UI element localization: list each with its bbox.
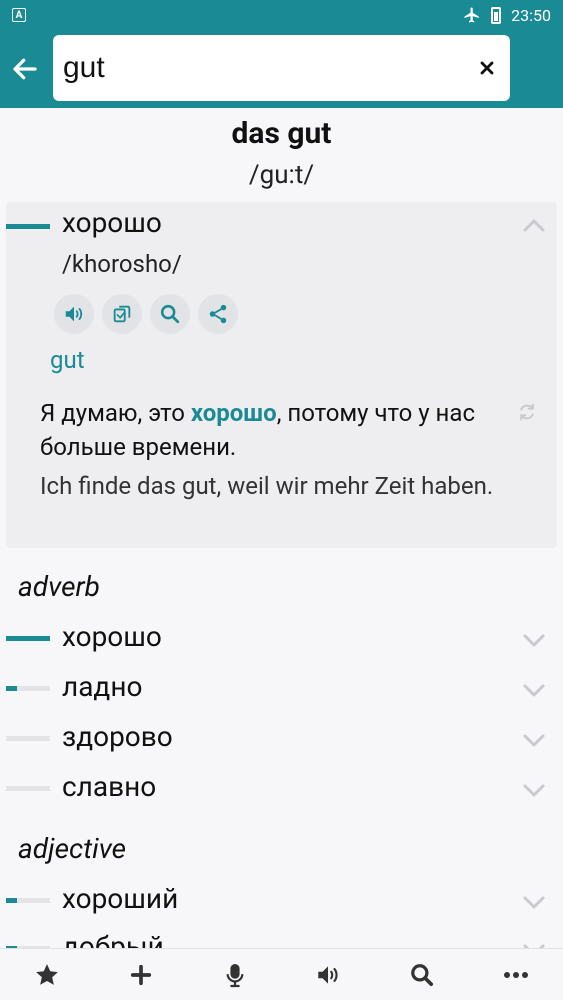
- chevron-down-icon[interactable]: [523, 734, 545, 748]
- frequency-bar: [6, 786, 50, 791]
- chevron-up-icon[interactable]: [523, 218, 545, 232]
- copy-icon: [113, 305, 131, 323]
- search-input[interactable]: [53, 43, 453, 93]
- microphone-icon: [226, 963, 243, 987]
- example-sentence: Я думаю, это хорошо, потому что у нас бо…: [40, 399, 476, 461]
- more-icon: [504, 971, 529, 978]
- chevron-down-icon[interactable]: [523, 684, 545, 698]
- translation-word[interactable]: хорошо: [62, 206, 162, 239]
- part-of-speech-heading: adverb: [18, 570, 100, 603]
- pronounce-button[interactable]: [304, 951, 352, 999]
- translation-word[interactable]: хороший: [62, 882, 178, 915]
- share-button[interactable]: [198, 294, 238, 334]
- speaker-icon: [65, 306, 83, 322]
- star-icon: [36, 963, 58, 985]
- refresh-icon: [520, 403, 534, 421]
- frequency-bar: [6, 736, 50, 741]
- translation-word[interactable]: здорово: [62, 720, 173, 753]
- translation-word[interactable]: славно: [62, 770, 156, 803]
- action-row: [54, 294, 238, 334]
- more-button[interactable]: [492, 951, 540, 999]
- chevron-down-icon[interactable]: [523, 896, 545, 910]
- app-notification-icon: A: [12, 8, 26, 22]
- favorites-button[interactable]: [23, 951, 71, 999]
- add-button[interactable]: [117, 951, 165, 999]
- speak-button[interactable]: [54, 294, 94, 334]
- airplane-mode-icon: [464, 7, 479, 23]
- back-button[interactable]: [0, 30, 50, 108]
- voice-input-button[interactable]: [211, 951, 259, 999]
- dictionary-entry: das gut /gu:t/ хорошо /khorosho/ gut Я д…: [0, 108, 563, 948]
- chevron-down-icon[interactable]: [523, 784, 545, 798]
- next-example-button[interactable]: [517, 402, 537, 426]
- frequency-bar: [6, 898, 50, 903]
- search-icon: [411, 963, 434, 986]
- search-button[interactable]: [398, 951, 446, 999]
- arrow-left-icon: [13, 58, 37, 80]
- bottom-toolbar: [0, 948, 563, 1000]
- share-icon: [209, 304, 227, 324]
- plus-icon: [130, 964, 151, 985]
- translation-word[interactable]: добрый: [62, 930, 164, 948]
- search-box: [53, 35, 510, 101]
- speaker-icon: [318, 965, 339, 984]
- search-web-button[interactable]: [150, 294, 190, 334]
- close-icon: [480, 61, 494, 75]
- copy-button[interactable]: [102, 294, 142, 334]
- frequency-bar: [6, 224, 50, 229]
- chevron-down-icon[interactable]: [523, 634, 545, 648]
- search-icon: [160, 304, 180, 324]
- transliteration: /khorosho/: [62, 250, 182, 278]
- example-highlight: хорошо: [190, 399, 277, 427]
- app-bar: [0, 30, 563, 108]
- headword: das gut: [231, 116, 332, 151]
- battery-icon: [491, 6, 502, 24]
- frequency-bar: [6, 636, 50, 641]
- part-of-speech-heading: adjective: [18, 832, 127, 865]
- clock: 23:50: [511, 5, 551, 25]
- expanded-translation-card[interactable]: хорошо /khorosho/ gut Я думаю, это хорош…: [6, 202, 557, 548]
- status-bar: A 23:50: [0, 0, 563, 30]
- source-word-link[interactable]: gut: [50, 346, 85, 374]
- translation-word[interactable]: хорошо: [62, 620, 162, 653]
- frequency-bar: [6, 686, 50, 691]
- translation-word[interactable]: ладно: [62, 670, 142, 703]
- headword-pronunciation: /gu:t/: [248, 160, 315, 190]
- clear-search-button[interactable]: [478, 57, 496, 79]
- example-translation: Ich finde das gut, weil wir mehr Zeit ha…: [40, 472, 494, 500]
